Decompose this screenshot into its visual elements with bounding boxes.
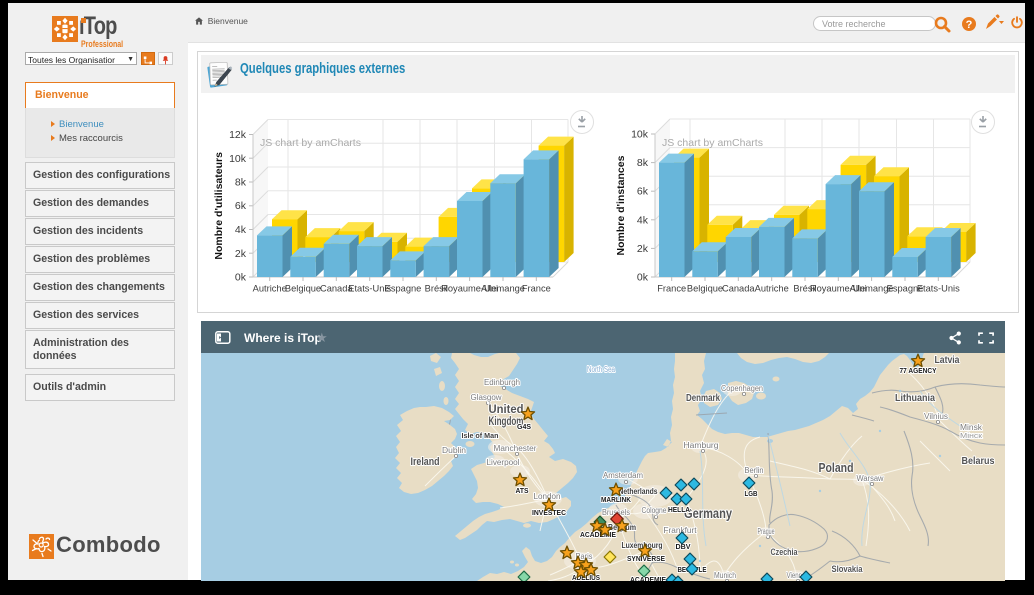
svg-text:Belgique: Belgique <box>687 284 723 294</box>
svg-text:Berlin: Berlin <box>745 466 764 475</box>
svg-text:Glasgow: Glasgow <box>471 393 502 402</box>
svg-text:?: ? <box>966 19 973 31</box>
svg-text:Edinburgh: Edinburgh <box>484 378 520 387</box>
svg-text:Latvia: Latvia <box>935 354 960 366</box>
svg-text:Allemange: Allemange <box>481 284 525 294</box>
svg-text:0k: 0k <box>235 272 247 284</box>
svg-text:Belgique: Belgique <box>285 284 321 294</box>
svg-text:Hamburg: Hamburg <box>684 441 719 450</box>
svg-text:Canada: Canada <box>722 284 755 294</box>
svg-text:HELLA: HELLA <box>668 505 691 514</box>
svg-text:Cologne: Cologne <box>642 506 667 515</box>
svg-text:Etats-Unis: Etats-Unis <box>917 284 960 294</box>
svg-text:Germany: Germany <box>684 506 732 521</box>
svg-text:4k: 4k <box>637 214 649 226</box>
svg-text:Vilnius: Vilnius <box>924 412 948 421</box>
svg-text:London: London <box>534 492 561 501</box>
svg-text:Slovakia: Slovakia <box>832 564 864 575</box>
svg-text:Amsterdam: Amsterdam <box>603 471 643 480</box>
svg-text:G4S: G4S <box>517 422 531 431</box>
svg-text:Czechia: Czechia <box>771 547 799 558</box>
svg-text:6k: 6k <box>637 186 649 198</box>
svg-text:Isle of Man: Isle of Man <box>462 433 499 440</box>
svg-text:10k: 10k <box>229 153 247 165</box>
svg-text:Copenhagen: Copenhagen <box>721 384 763 393</box>
svg-text:0k: 0k <box>637 272 649 284</box>
svg-text:Warsaw: Warsaw <box>857 474 884 483</box>
svg-text:ACADEMIE: ACADEMIE <box>580 530 616 539</box>
svg-text:10k: 10k <box>631 129 649 141</box>
svg-text:JS chart by amCharts: JS chart by amCharts <box>260 137 361 149</box>
svg-text:Prague: Prague <box>758 527 775 536</box>
svg-text:INVESTEC: INVESTEC <box>532 508 567 517</box>
svg-text:Munich: Munich <box>714 571 736 580</box>
svg-text:77 AGENCY: 77 AGENCY <box>900 366 937 375</box>
svg-text:6k: 6k <box>235 200 247 212</box>
svg-text:JS chart by amCharts: JS chart by amCharts <box>662 137 763 149</box>
svg-text:Poland: Poland <box>819 461 854 475</box>
svg-text:2k: 2k <box>235 248 247 260</box>
svg-text:Liverpool: Liverpool <box>487 458 520 467</box>
svg-text:4k: 4k <box>235 224 247 236</box>
svg-text:Manchester: Manchester <box>494 444 537 453</box>
svg-text:France: France <box>522 284 551 294</box>
svg-text:12k: 12k <box>229 129 247 141</box>
svg-text:Autriche: Autriche <box>253 284 287 294</box>
svg-text:Dublin: Dublin <box>442 446 466 455</box>
svg-text:Denmark: Denmark <box>686 392 720 404</box>
svg-text:Minsk: Minsk <box>960 423 983 432</box>
svg-text:Мінск: Мінск <box>960 432 983 440</box>
svg-text:8k: 8k <box>235 177 247 189</box>
svg-text:Belarus: Belarus <box>962 455 995 467</box>
svg-text:ATS: ATS <box>516 486 529 495</box>
svg-text:8k: 8k <box>637 157 649 169</box>
svg-text:Nombre d'utilisateurs: Nombre d'utilisateurs <box>213 152 225 260</box>
svg-text:ADELIUS: ADELIUS <box>572 573 600 581</box>
svg-text:LGB: LGB <box>745 489 758 498</box>
svg-text:ACADEMIE: ACADEMIE <box>630 575 666 581</box>
svg-text:Autriche: Autriche <box>755 284 789 294</box>
svg-text:MARLINK: MARLINK <box>601 495 632 504</box>
svg-text:2k: 2k <box>637 243 649 255</box>
svg-text:Nombre d'instances: Nombre d'instances <box>615 155 627 255</box>
svg-text:Espagne: Espagne <box>385 284 422 294</box>
svg-text:North Sea: North Sea <box>587 365 615 374</box>
svg-text:France: France <box>657 284 686 294</box>
svg-text:Ireland: Ireland <box>411 456 440 468</box>
svg-text:Lithuania: Lithuania <box>895 392 935 404</box>
